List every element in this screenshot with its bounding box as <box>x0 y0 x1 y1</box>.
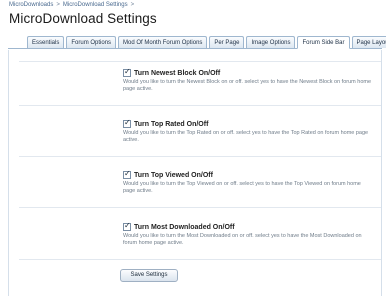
divider <box>19 61 381 62</box>
top-rated-checkbox[interactable] <box>123 118 131 128</box>
option-label: Turn Top Rated On/Off <box>134 121 209 128</box>
option-description: Would you like to turn the Newest Block … <box>123 79 372 92</box>
tab-image-options[interactable]: Image Options <box>246 36 296 48</box>
breadcrumb-separator: > <box>130 2 135 8</box>
save-settings-button[interactable]: Save Settings <box>120 269 178 282</box>
tab-bar: Essentials Forum Options Mod Of Month Fo… <box>8 36 386 49</box>
divider <box>19 259 381 260</box>
page-title: MicroDownload Settings <box>9 11 157 26</box>
option-newest-block: Turn Newest Block On/Off Would you like … <box>123 67 378 93</box>
option-label: Turn Newest Block On/Off <box>134 70 221 77</box>
option-description: Would you like to turn the Top Rated on … <box>123 130 369 143</box>
option-description: Would you like to turn the Most Download… <box>123 233 362 246</box>
tab-forum-side-bar[interactable]: Forum Side Bar <box>297 36 350 49</box>
breadcrumb-link-microdownloads[interactable]: MicroDownloads <box>9 2 53 8</box>
divider <box>19 105 381 106</box>
most-downloaded-checkbox[interactable] <box>123 221 131 231</box>
breadcrumb-link-settings[interactable]: MicroDownload Settings <box>63 2 128 8</box>
option-label: Turn Most Downloaded On/Off <box>134 224 235 231</box>
tab-page-layout[interactable]: Page Layout <box>351 36 386 48</box>
tab-per-page[interactable]: Per Page <box>209 36 245 48</box>
option-most-downloaded: Turn Most Downloaded On/Off Would you li… <box>123 221 378 247</box>
top-viewed-checkbox[interactable] <box>123 169 131 179</box>
option-label: Turn Top Viewed On/Off <box>134 172 213 179</box>
tab-essentials[interactable]: Essentials <box>27 36 65 48</box>
tab-forum-options[interactable]: Forum Options <box>66 36 117 48</box>
tabs: Essentials Forum Options Mod Of Month Fo… <box>27 36 386 49</box>
breadcrumb-separator: > <box>56 2 60 8</box>
divider <box>19 156 381 157</box>
breadcrumb: MicroDownloads > MicroDownload Settings … <box>9 2 134 8</box>
newest-block-checkbox[interactable] <box>123 67 131 77</box>
option-description: Would you like to turn the Top Viewed on… <box>123 181 361 194</box>
divider <box>19 207 381 208</box>
option-top-viewed: Turn Top Viewed On/Off Would you like to… <box>123 169 378 195</box>
option-top-rated: Turn Top Rated On/Off Would you like to … <box>123 118 378 144</box>
settings-panel: Turn Newest Block On/Off Would you like … <box>8 50 382 296</box>
tab-mod-of-month-forum-options[interactable]: Mod Of Month Forum Options <box>118 36 208 48</box>
